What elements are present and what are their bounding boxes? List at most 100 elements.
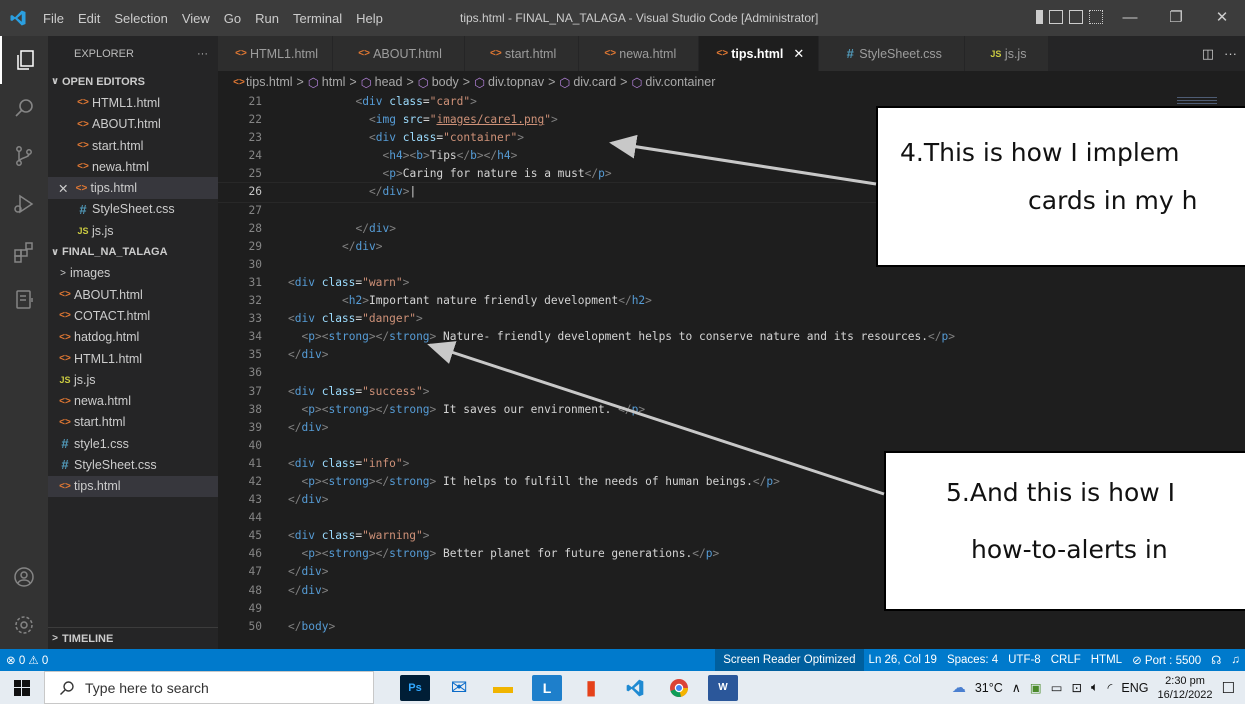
notifications-bell-icon[interactable]: ♫ (1226, 654, 1245, 666)
wifi-icon[interactable]: ◜ (1108, 680, 1113, 695)
customize-layout-icon[interactable] (1089, 10, 1103, 24)
menu-help[interactable]: Help (349, 11, 390, 26)
office-icon[interactable]: ▮ (576, 675, 606, 701)
photoshop-icon[interactable]: Ps (400, 674, 430, 701)
lucid-app-icon[interactable]: L (532, 674, 562, 701)
close-icon[interactable]: ✕ (58, 181, 68, 196)
file-tree-item[interactable]: # style1.css (48, 433, 218, 454)
breadcrumb-item[interactable]: div.card (573, 75, 616, 89)
folder-section[interactable]: ∨ FINAL_NA_TALAGA (48, 241, 218, 262)
clock[interactable]: 2:30 pm 16/12/2022 (1157, 674, 1212, 702)
mail-icon[interactable]: ✉ (444, 675, 474, 701)
menu-run[interactable]: Run (248, 11, 286, 26)
split-editor-icon[interactable]: ◫ (1202, 46, 1214, 62)
menu-view[interactable]: View (175, 11, 217, 26)
settings-gear-icon[interactable] (0, 601, 48, 649)
volume-muted-icon[interactable]: 🔈︎ (1091, 680, 1099, 695)
open-editor-item[interactable]: JS js.js (48, 220, 218, 241)
feedback-icon[interactable]: ☊ (1206, 653, 1226, 667)
breadcrumb-item[interactable]: div.topnav (488, 75, 544, 89)
chevron-up-icon[interactable]: ∧ (1012, 680, 1021, 695)
word-icon[interactable]: W (708, 674, 738, 701)
weather-cloud-icon[interactable]: ☁ (952, 679, 966, 696)
code-line[interactable]: 37 <div class="success"> (218, 383, 1245, 401)
file-tree-item[interactable]: <> HTML1.html (48, 348, 218, 369)
toggle-sidebar-icon[interactable] (1036, 10, 1043, 24)
file-tree-item[interactable]: <> COTACT.html (48, 305, 218, 326)
breadcrumb-item[interactable]: body (432, 75, 459, 89)
cursor-position[interactable]: Ln 26, Col 19 (864, 654, 942, 666)
breadcrumb-item[interactable]: head (375, 75, 403, 89)
open-editor-item[interactable]: <> ABOUT.html (48, 114, 218, 135)
screen-reader-mode[interactable]: Screen Reader Optimized (715, 649, 864, 671)
battery-icon[interactable]: ▭ (1051, 680, 1063, 695)
open-editor-item[interactable]: <> HTML1.html (48, 92, 218, 113)
tab-stylesheet-css[interactable]: # StyleSheet.css (819, 36, 965, 71)
tray-app-icon[interactable]: ▣ (1030, 680, 1042, 695)
close-button[interactable]: ✕ (1199, 0, 1245, 36)
breadcrumb-item[interactable]: div.container (645, 75, 715, 89)
tab-newa-html[interactable]: <> newa.html (579, 36, 700, 71)
code-line[interactable]: 33 <div class="danger"> (218, 310, 1245, 328)
source-control-icon[interactable] (0, 132, 48, 180)
breadcrumb-item[interactable]: tips.html (246, 75, 293, 89)
toggle-secondary-sidebar-icon[interactable] (1069, 10, 1083, 24)
file-tree-item[interactable]: JS js.js (48, 369, 218, 390)
encoding[interactable]: UTF-8 (1003, 654, 1046, 666)
file-tree-item[interactable]: > images (48, 263, 218, 284)
menu-go[interactable]: Go (217, 11, 248, 26)
run-debug-icon[interactable] (0, 180, 48, 228)
accounts-icon[interactable] (0, 553, 48, 601)
chrome-icon[interactable] (664, 675, 694, 701)
code-line[interactable]: 39 </div> (218, 419, 1245, 437)
extensions-icon[interactable] (0, 228, 48, 276)
minimize-button[interactable]: — (1107, 0, 1153, 36)
tab-js-js[interactable]: JS js.js (964, 36, 1050, 71)
file-tree-item[interactable]: <> start.html (48, 412, 218, 433)
taskbar-search[interactable]: Type here to search (44, 671, 374, 704)
timeline-section[interactable]: > TIMELINE (48, 627, 218, 649)
code-line[interactable]: 34 <p><strong></strong> Nature- friendly … (218, 328, 1245, 346)
end-of-line[interactable]: CRLF (1046, 654, 1086, 666)
file-tree-item[interactable]: <> newa.html (48, 390, 218, 411)
more-actions-button[interactable]: ··· (197, 48, 208, 60)
code-line[interactable]: 50 </body> (218, 618, 1245, 636)
breadcrumb-item[interactable]: html (322, 75, 346, 89)
network-icon[interactable]: ⊡ (1072, 680, 1082, 695)
file-explorer-icon[interactable]: ▬ (488, 675, 518, 701)
weather-temperature[interactable]: 31°C (975, 681, 1003, 695)
code-line[interactable]: 32 <h2>Important nature friendly developm… (218, 292, 1245, 310)
menu-selection[interactable]: Selection (107, 11, 174, 26)
open-editor-item[interactable]: ✕ <> tips.html (48, 177, 218, 199)
open-editor-item[interactable]: # StyleSheet.css (48, 199, 218, 220)
code-line[interactable]: 38 <p><strong></strong> It saves our envi… (218, 401, 1245, 419)
notification-center-icon[interactable]: ☐ (1222, 679, 1235, 697)
problems-indicator[interactable]: ⊗ 0 ⚠ 0 (6, 653, 48, 667)
menu-edit[interactable]: Edit (71, 11, 107, 26)
tab-close-icon[interactable]: ✕ (793, 46, 804, 62)
open-editor-item[interactable]: <> start.html (48, 135, 218, 156)
tab-start-html[interactable]: <> start.html (464, 36, 580, 71)
file-tree-item[interactable]: # StyleSheet.css (48, 454, 218, 475)
live-server-port[interactable]: ⊘ Port : 5500 (1127, 653, 1206, 667)
remote-explorer-icon[interactable] (0, 276, 48, 324)
search-icon[interactable] (0, 84, 48, 132)
tab-about-html[interactable]: <> ABOUT.html (333, 36, 465, 71)
file-tree-item[interactable]: <> tips.html (48, 475, 218, 497)
open-editor-item[interactable]: <> newa.html (48, 156, 218, 177)
more-actions-icon[interactable]: ··· (1224, 46, 1237, 61)
menu-file[interactable]: File (36, 11, 71, 26)
explorer-icon[interactable] (0, 36, 48, 84)
vscode-taskbar-icon[interactable] (620, 675, 650, 701)
windows-start-icon[interactable] (0, 671, 44, 704)
file-tree-item[interactable]: <> hatdog.html (48, 327, 218, 348)
language-mode[interactable]: HTML (1086, 654, 1127, 666)
code-line[interactable]: 36 (218, 364, 1245, 382)
toggle-panel-icon[interactable] (1049, 10, 1063, 24)
open-editors-section[interactable]: ∨ OPEN EDITORS (48, 71, 218, 92)
file-tree-item[interactable]: <> ABOUT.html (48, 284, 218, 305)
menu-terminal[interactable]: Terminal (286, 11, 349, 26)
code-line[interactable]: 31 <div class="warn"> (218, 274, 1245, 292)
code-line[interactable]: 35 </div> (218, 346, 1245, 364)
tab-tips-html[interactable]: <> tips.html ✕ (699, 36, 820, 71)
